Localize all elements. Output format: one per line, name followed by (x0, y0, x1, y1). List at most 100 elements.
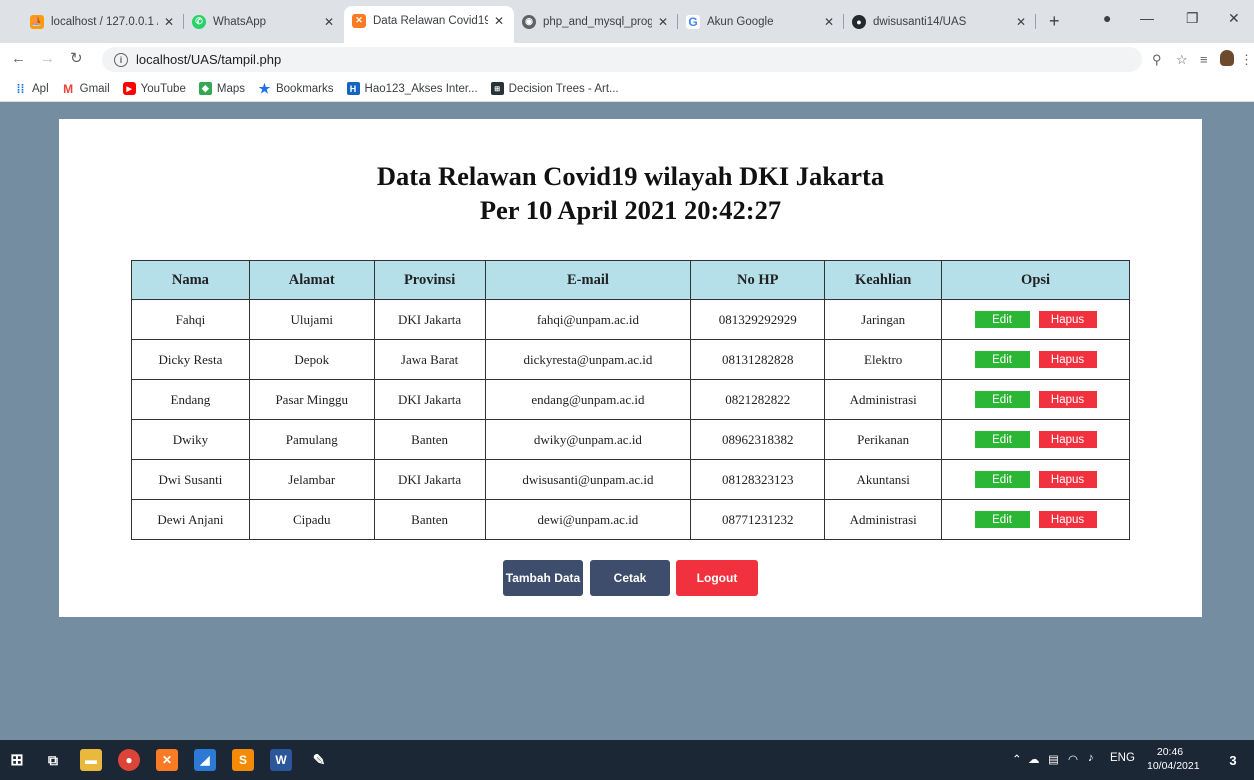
cell-alamat: Depok (248, 339, 375, 380)
bookmark-apps[interactable]: ⁞⁞ Apl (14, 82, 49, 96)
cell-keahlian: Elektro (824, 339, 943, 380)
edit-button[interactable]: Edit (974, 431, 1030, 448)
cell-provinsi: DKI Jakarta (373, 459, 486, 500)
taskbar-clock[interactable]: 20:46 10/04/2021 (1147, 745, 1200, 773)
delete-button[interactable]: Hapus (1038, 511, 1097, 528)
minimize-icon[interactable]: — (1140, 10, 1154, 26)
edit-button[interactable]: Edit (974, 311, 1030, 328)
address-bar[interactable]: i localhost/UAS/tampil.php (102, 47, 1142, 72)
tab-whatsapp[interactable]: ✆ WhatsApp ✕ (184, 8, 344, 35)
print-button[interactable]: Cetak (590, 560, 670, 596)
google-icon: G (686, 14, 700, 29)
delete-button[interactable]: Hapus (1038, 351, 1097, 368)
tab-akun-google[interactable]: G Akun Google ✕ (678, 8, 844, 35)
logout-button[interactable]: Logout (676, 560, 758, 596)
edit-button[interactable]: Edit (974, 471, 1030, 488)
network-icon[interactable]: ▤ (1048, 752, 1059, 766)
cell-nama: Fahqi (131, 299, 250, 340)
add-data-button[interactable]: Tambah Data (503, 560, 583, 596)
hao123-icon: H (346, 82, 360, 95)
volume-icon[interactable]: ♪ (1088, 752, 1094, 764)
xampp-icon: ✕ (352, 13, 366, 28)
edit-button[interactable]: Edit (974, 511, 1030, 528)
paint-icon[interactable]: ✎ (308, 749, 330, 771)
close-icon[interactable]: ✕ (822, 15, 836, 29)
reading-list-icon[interactable]: ≡ (1200, 52, 1208, 67)
info-icon[interactable]: i (114, 52, 128, 67)
notepad-icon[interactable]: ◢ (194, 749, 216, 771)
cell-keahlian: Administrasi (824, 379, 943, 420)
table-header-row: Nama Alamat Provinsi E-mail No HP Keahli… (131, 260, 1130, 300)
bookmark-bookmarks[interactable]: ★ Bookmarks (258, 81, 334, 96)
forward-arrow-icon[interactable]: → (40, 50, 55, 68)
onedrive-cloud-icon[interactable]: ☁ (1028, 752, 1040, 766)
clock-time: 20:46 (1156, 746, 1184, 758)
bookmark-maps[interactable]: ◆ Maps (198, 82, 245, 95)
cell-alamat: Jelambar (248, 459, 375, 500)
menu-kebab-icon[interactable]: ⋮ (1240, 52, 1253, 68)
delete-button[interactable]: Hapus (1038, 471, 1097, 488)
cell-provinsi: Banten (373, 419, 486, 460)
action-buttons: Tambah Data Cetak Logout (59, 560, 1202, 596)
reload-icon[interactable]: ↻ (70, 50, 83, 68)
column-header-keahlian: Keahlian (824, 260, 943, 300)
tab-strip: ⛵ localhost / 127.0.0.1 / ✕ ✆ WhatsApp ✕… (0, 0, 1254, 43)
cell-keahlian: Akuntansi (824, 459, 943, 500)
cell-email: dickyresta@unpam.ac.id (484, 339, 692, 380)
windows-start-icon[interactable]: ⊞ (6, 749, 28, 771)
cell-opsi: Edit Hapus (941, 499, 1130, 540)
bookmark-star-icon[interactable]: ☆ (1176, 52, 1188, 68)
globe-icon: ◉ (522, 14, 536, 29)
profile-dot-icon[interactable]: ● (1103, 10, 1111, 26)
xampp-icon[interactable]: ✕ (156, 749, 178, 771)
edit-button[interactable]: Edit (974, 391, 1030, 408)
chrome-icon[interactable]: ● (118, 749, 140, 771)
new-tab-plus-icon[interactable]: + (1049, 12, 1060, 30)
cell-alamat: Ulujami (248, 299, 375, 340)
tab-php-mysql[interactable]: ◉ php_and_mysql_progr ✕ (514, 8, 678, 35)
tab-phpmyadmin[interactable]: ⛵ localhost / 127.0.0.1 / ✕ (22, 8, 184, 35)
edit-button[interactable]: Edit (974, 351, 1030, 368)
profile-avatar[interactable] (1220, 50, 1234, 66)
cell-no-hp: 08771231232 (690, 499, 826, 540)
cell-no-hp: 08128323123 (690, 459, 826, 500)
notification-center-icon[interactable]: 3 (1222, 749, 1244, 771)
restore-icon[interactable]: ❐ (1186, 10, 1199, 27)
cell-provinsi: DKI Jakarta (373, 299, 486, 340)
bookmark-youtube[interactable]: ▶ YouTube (122, 82, 186, 95)
window-close-icon[interactable]: ✕ (1228, 10, 1240, 27)
cell-keahlian: Perikanan (824, 419, 943, 460)
delete-button[interactable]: Hapus (1038, 431, 1097, 448)
language-indicator[interactable]: ENG (1110, 752, 1135, 764)
zoom-icon[interactable]: ⚲ (1152, 52, 1162, 68)
bookmark-decision-trees[interactable]: ⊞ Decision Trees - Art... (490, 82, 619, 95)
bookmark-gmail[interactable]: M Gmail (62, 81, 110, 96)
bookmark-hao123[interactable]: H Hao123_Akses Inter... (346, 82, 478, 95)
cell-keahlian: Jaringan (824, 299, 943, 340)
close-icon[interactable]: ✕ (656, 15, 670, 29)
table-row: Dwi Susanti Jelambar DKI Jakarta dwisusa… (131, 459, 1130, 500)
delete-button[interactable]: Hapus (1038, 391, 1097, 408)
cell-provinsi: DKI Jakarta (373, 379, 486, 420)
cell-nama: Dewi Anjani (131, 499, 250, 540)
word-icon[interactable]: W (270, 749, 292, 771)
whatsapp-icon: ✆ (192, 14, 206, 29)
close-icon[interactable]: ✕ (492, 14, 506, 28)
cell-email: dewi@unpam.ac.id (484, 499, 692, 540)
youtube-icon: ▶ (122, 82, 136, 95)
close-icon[interactable]: ✕ (322, 15, 336, 29)
close-icon[interactable]: ✕ (162, 15, 176, 29)
github-icon: ● (852, 14, 866, 29)
back-arrow-icon[interactable]: ← (11, 50, 26, 68)
tray-chevron-up-icon[interactable]: ⌃ (1012, 752, 1022, 766)
tab-github[interactable]: ● dwisusanti14/UAS ✕ (844, 8, 1036, 35)
sublime-text-icon[interactable]: S (232, 749, 254, 771)
delete-button[interactable]: Hapus (1038, 311, 1097, 328)
task-view-icon[interactable]: ⧉ (42, 749, 64, 771)
tab-data-relawan[interactable]: ✕ Data Relawan Covid19 ✕ (344, 6, 514, 43)
file-explorer-icon[interactable]: ▬ (80, 749, 102, 771)
cell-nama: Dicky Resta (131, 339, 250, 380)
close-icon[interactable]: ✕ (1014, 15, 1028, 29)
wifi-icon[interactable]: ◠ (1068, 752, 1078, 766)
gmail-icon: M (63, 81, 74, 96)
